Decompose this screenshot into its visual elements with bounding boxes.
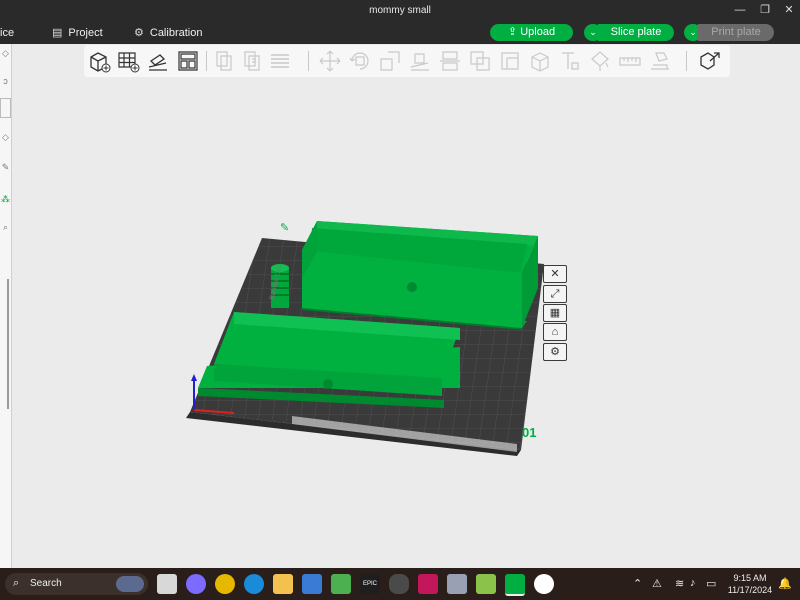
arrange-plate-button[interactable]: ▦: [543, 304, 567, 322]
split-to-objects-icon[interactable]: [698, 49, 722, 73]
close-button[interactable]: ✕: [779, 2, 799, 18]
epic-games-icon[interactable]: EPIC: [360, 574, 380, 594]
lock-icon: ⌂: [551, 326, 559, 338]
close-icon: ✕: [550, 268, 560, 280]
tab-calibration[interactable]: ⚙ Calibration: [134, 25, 202, 41]
slice-plate-label: Slice plate: [610, 26, 662, 38]
remove-plate-button[interactable]: ✕: [543, 265, 567, 283]
tab-device[interactable]: ice: [0, 25, 14, 41]
sidebar-icon[interactable]: ↄ: [0, 76, 11, 88]
upload-button[interactable]: ⇪ Upload: [490, 24, 573, 41]
copy-icon[interactable]: [212, 49, 236, 73]
logitech-icon[interactable]: [534, 574, 554, 594]
clock-date: 11/17/2024: [727, 585, 773, 595]
calibration-icon: ⚙: [134, 27, 144, 39]
volume-icon[interactable]: ♪: [690, 577, 696, 589]
3d-viewport[interactable]: Bambu Lab 01 ✎ ✕ ⤢ ▦ ⌂ ⚙: [12, 78, 800, 568]
chevron-up-icon[interactable]: ⌃: [633, 577, 642, 590]
battery-icon[interactable]: ▭: [706, 577, 716, 590]
pen-app-icon[interactable]: [447, 574, 467, 594]
chevron-down-icon: ⌄: [689, 27, 697, 37]
alert-icon[interactable]: ⚠: [652, 577, 662, 590]
wifi-icon[interactable]: ≋: [675, 577, 684, 590]
paste-icon[interactable]: [240, 49, 264, 73]
support-icon[interactable]: ⁂: [0, 194, 11, 206]
layers-icon[interactable]: [268, 49, 292, 73]
plate-number: 01: [522, 425, 536, 440]
app-icon[interactable]: [389, 574, 409, 594]
cut-icon[interactable]: [438, 49, 462, 73]
store-icon[interactable]: [302, 574, 322, 594]
add-plate-icon[interactable]: [116, 49, 140, 73]
search-icon: ⌕: [13, 577, 20, 589]
chrome-icon[interactable]: [215, 574, 235, 594]
left-sidebar: ◇ ↄ ◇ ✎ ⁂ ⌕: [0, 44, 12, 568]
search-icon[interactable]: ⌕: [0, 222, 11, 234]
color-paint-icon[interactable]: [588, 49, 612, 73]
auto-orient-plate-button[interactable]: ⤢: [543, 285, 567, 303]
system-clock[interactable]: 9:15 AM 11/17/2024: [724, 572, 776, 596]
search-placeholder: Search: [30, 578, 62, 589]
gear-icon: ⚙: [550, 346, 560, 358]
plate-edit-icon[interactable]: ✎: [280, 222, 289, 234]
chevron-down-icon: ⌄: [589, 27, 597, 37]
3d-app-icon[interactable]: [476, 574, 496, 594]
toolbar-separator: [308, 51, 309, 71]
tab-device-label: ice: [0, 27, 15, 39]
assembly-icon[interactable]: [648, 49, 672, 73]
upload-label: Upload: [520, 26, 556, 38]
bambu-studio-icon[interactable]: [505, 574, 525, 596]
add-object-icon[interactable]: [88, 49, 112, 73]
slice-plate-button[interactable]: Slice plate: [598, 24, 674, 41]
auto-orient-icon[interactable]: [146, 49, 170, 73]
title-bar: mommy small — ❐ ✕: [0, 0, 800, 21]
scene-canvas[interactable]: Bambu Lab 01 ✎: [12, 78, 800, 568]
clock-time: 9:15 AM: [733, 573, 767, 583]
toolbar-separator: [206, 51, 207, 71]
boolean-icon[interactable]: [468, 49, 492, 73]
sidebar-field[interactable]: [0, 98, 11, 118]
toolbar-separator: [686, 51, 687, 71]
measure-icon[interactable]: [618, 49, 642, 73]
print-plate-label: Print plate: [711, 26, 761, 38]
edge-icon[interactable]: [244, 574, 264, 594]
upload-icon: ⇪: [507, 26, 521, 38]
sidebar-scrollbar[interactable]: [7, 279, 9, 409]
scale-icon[interactable]: [378, 49, 402, 73]
arrange-icon: ▦: [549, 307, 561, 319]
notification-bell-icon[interactable]: 🔔: [778, 577, 792, 590]
search-highlight-image: [116, 576, 144, 592]
minecraft-icon[interactable]: [331, 574, 351, 594]
rotate-icon[interactable]: [348, 49, 372, 73]
taskbar: ⌕ Search EPIC ⌃ ⚠ ≋ ♪ ▭ 9:15 AM 11/17/20…: [0, 568, 800, 600]
minimize-button[interactable]: —: [730, 2, 750, 18]
plate-settings-button[interactable]: ⚙: [543, 343, 567, 361]
tab-project-label: Project: [68, 27, 103, 39]
file-explorer-icon[interactable]: [273, 574, 293, 594]
raspberry-pi-icon[interactable]: [418, 574, 438, 594]
edit-icon[interactable]: ✎: [0, 162, 11, 174]
seam-paint-icon[interactable]: [528, 49, 552, 73]
sidebar-icon[interactable]: ◇: [0, 48, 11, 60]
menu-bar: ice ▤ Project ⚙ Calibration ⇪ Upload ⌄ Sli…: [0, 21, 800, 44]
task-view-icon[interactable]: [157, 574, 177, 594]
orient-icon: ⤢: [550, 288, 560, 300]
project-icon: ▤: [52, 27, 63, 39]
copilot-icon[interactable]: [186, 574, 206, 594]
sidebar-icon[interactable]: ◇: [0, 132, 11, 144]
window-title: mommy small: [369, 5, 431, 16]
lay-on-face-icon[interactable]: [408, 49, 432, 73]
print-plate-button[interactable]: Print plate: [698, 24, 774, 41]
taskbar-search[interactable]: ⌕ Search: [5, 573, 148, 595]
tab-calibration-label: Calibration: [149, 27, 203, 39]
arrange-icon[interactable]: [176, 49, 200, 73]
toolbar: [84, 45, 730, 77]
lock-plate-button[interactable]: ⌂: [543, 323, 567, 341]
tab-project[interactable]: ▤ Project: [52, 25, 103, 41]
text-icon[interactable]: [558, 49, 582, 73]
support-paint-icon[interactable]: [498, 49, 522, 73]
restore-button[interactable]: ❐: [755, 2, 775, 18]
move-icon[interactable]: [318, 49, 342, 73]
